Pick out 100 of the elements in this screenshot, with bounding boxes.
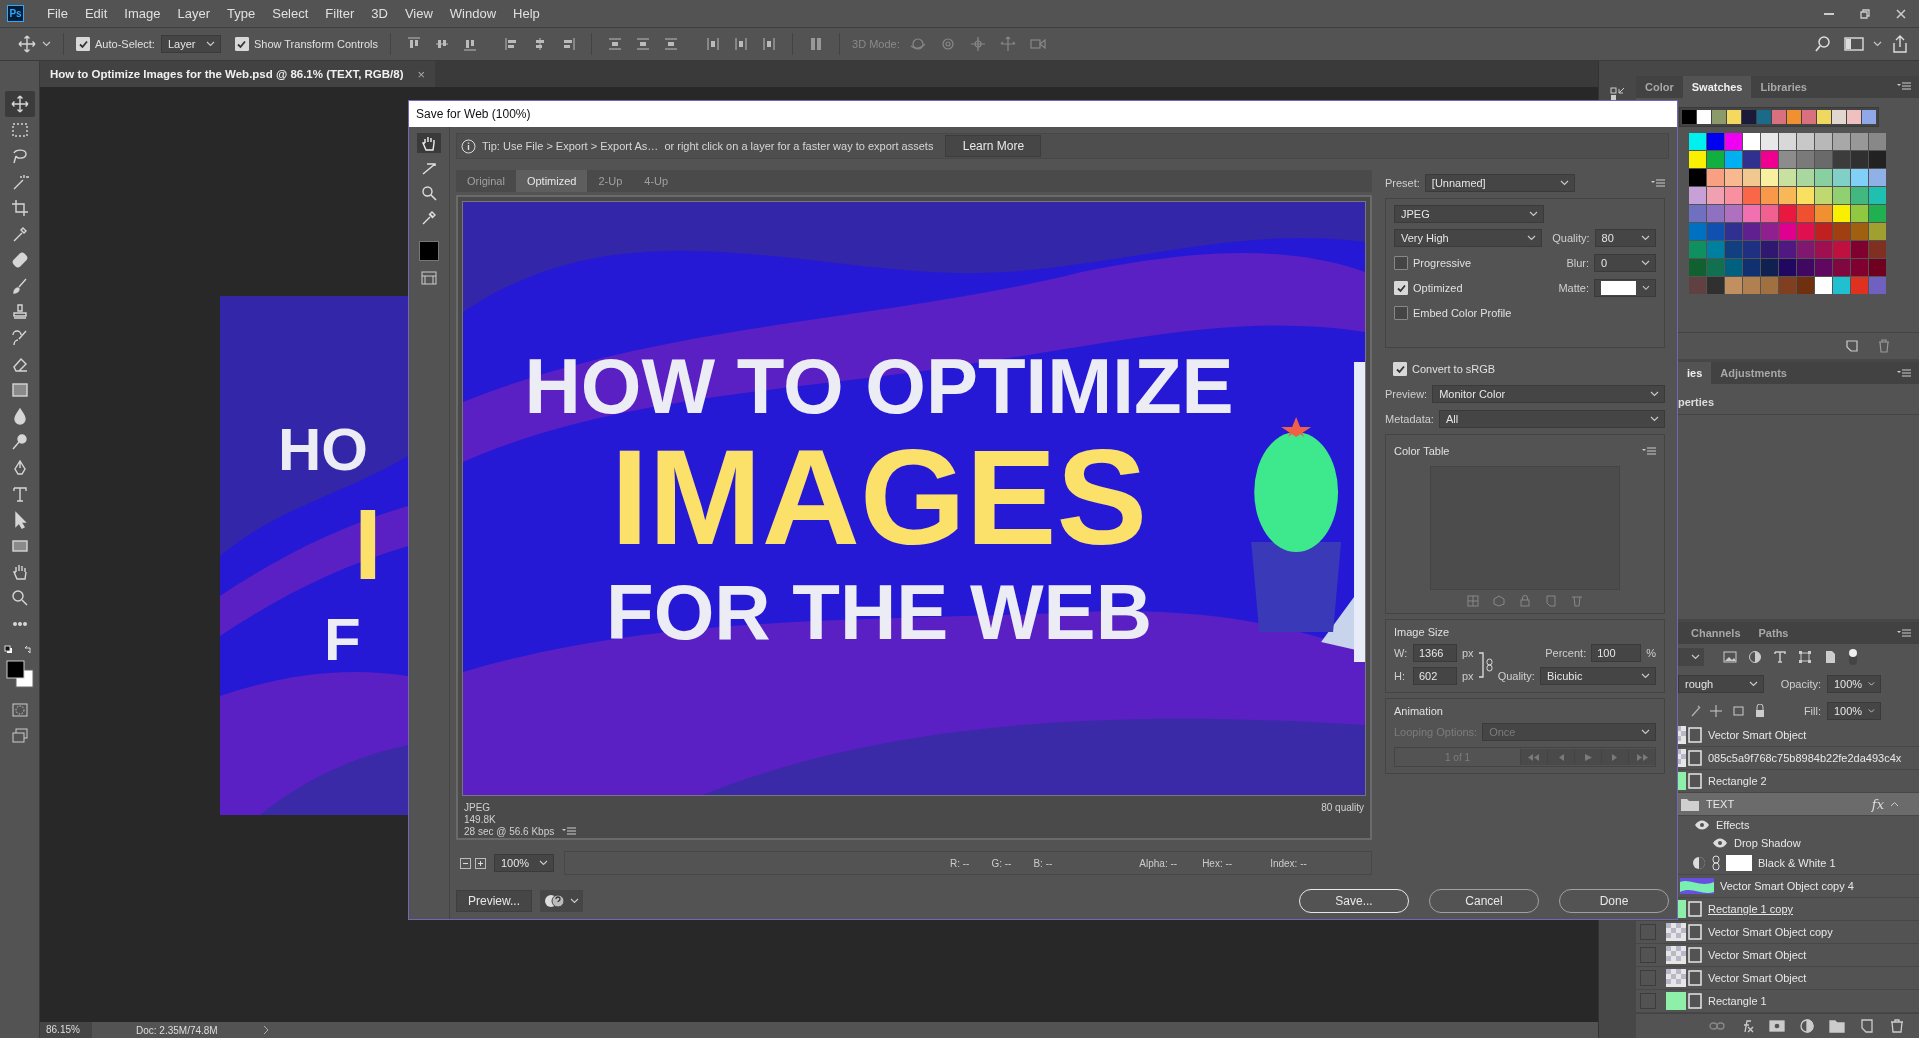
quality-field[interactable]: 80 [1594,229,1656,247]
blur-label: Blur: [1566,257,1589,269]
view-tab[interactable]: Optimized [515,170,588,192]
percent-label: Percent: [1545,647,1587,659]
layer-name: Vector Smart Object copy [1708,926,1833,938]
file-format: JPEG [464,802,492,813]
app-logo[interactable]: Ps [7,5,24,22]
percent-unit: % [1646,647,1656,659]
panel-tab[interactable]: ies [1678,362,1712,385]
panel-tab[interactable]: Libraries [1751,75,1816,98]
file-size: 149.8K [464,814,497,825]
color-readout: Alpha: -- [1139,857,1178,869]
color-readout: B: -- [1033,857,1053,869]
layer-name: 085c5a9f768c75b8984b22fe2da493c4x [1708,752,1902,764]
color-readout: R: -- [950,857,970,869]
blur-field[interactable]: 0 [1594,254,1656,272]
checkbox-label: Auto-Select: [95,38,155,50]
layer-row[interactable]: Vector Smart Object [1636,967,1919,990]
tip-text: Tip: Use File > Export > Export As… or right click on a layer for a faster way to export assets [482,140,934,152]
layer-name: Rectangle 1 [1708,995,1767,1007]
menu-item[interactable]: View [397,6,443,21]
menu-item[interactable]: File [40,6,78,21]
quality-label: Quality: [1552,232,1590,244]
dialog-title: Save for Web (100%) [409,101,1677,127]
width-field[interactable]: 1366 [1413,644,1457,662]
color-readout: G: -- [991,857,1012,869]
document-tab[interactable]: How to Optimize Images for the Web.psd @ 86.1% (TEXT, RGB/8) × [40,61,436,87]
layer-name: Rectangle 2 [1708,775,1767,787]
menu-item[interactable]: Window [442,6,507,21]
fill-label: Fill: [1803,704,1821,717]
percent-field[interactable]: 100 [1591,644,1642,662]
preset-dropdown[interactable]: [Unnamed] [1424,174,1575,192]
section-title: Image Size [1394,626,1451,638]
layer-row[interactable]: Rectangle 1 [1636,990,1919,1013]
panel-tab[interactable]: Channels [1682,622,1750,644]
fx-label: fx [1871,796,1884,812]
image-text: IMAGES [610,429,1148,565]
width-label: W: [1394,647,1408,659]
layer-name: Vector Smart Object [1708,729,1807,741]
menu-item[interactable]: Filter [318,6,365,21]
checkbox-label: Progressive [1413,257,1472,269]
view-tab[interactable]: 4-Up [633,170,680,192]
layer-name: Rectangle 1 copy [1708,903,1793,915]
height-field[interactable]: 602 [1413,667,1457,685]
menu-item[interactable]: Help [506,6,550,21]
opacity-label: Opacity: [1780,677,1821,690]
learn-more-button[interactable]: Learn More [945,135,1042,157]
canvas-text: I [354,494,382,594]
layer-row[interactable]: Vector Smart Object [1636,944,1919,967]
quality-label: Quality: [1497,670,1535,682]
height-label: H: [1394,670,1406,682]
download-time: 28 sec @ 56.6 Kbps [464,826,555,837]
layer-row[interactable]: Drop Shadow [1636,834,1919,852]
panel-tab[interactable]: Paths [1749,622,1798,644]
panel-tab[interactable]: Swatches [1682,75,1752,98]
menu-item[interactable]: Edit [77,6,118,21]
target-dropdown[interactable]: Layer [160,35,221,53]
panel-tab[interactable]: Adjustments [1711,362,1796,385]
preview-label: Preview: [1385,388,1428,400]
preset-label: Preset: [1385,177,1420,189]
image-text: HOW TO OPTIMIZE [524,347,1234,425]
layer-name: Effects [1716,819,1750,831]
menu-item[interactable]: Image [117,6,171,21]
menu-item[interactable]: 3D [364,6,398,21]
menu-item[interactable]: Type [220,6,266,21]
view-tab[interactable]: Original [456,170,516,192]
format-dropdown[interactable]: JPEG [1394,205,1544,223]
layer-name: TEXT [1706,798,1735,810]
zoom-dropdown[interactable]: 100% [494,854,554,872]
unit-label: px [1462,647,1474,659]
canvas-text: HO [278,420,368,480]
menu-item[interactable]: Layer [170,6,221,21]
opacity-field[interactable]: 100% [1827,674,1881,693]
checkbox-label: Convert to sRGB [1412,363,1496,375]
image-text: FOR THE WEB [606,573,1152,651]
resample-dropdown[interactable]: Bicubic [1539,667,1656,685]
menu-item[interactable]: Select [265,6,319,21]
zoom-level: 86.15% [40,1022,92,1038]
layer-name: Drop Shadow [1734,837,1801,849]
checkbox-label: Optimized [1413,282,1463,294]
layer-name: Vector Smart Object [1708,949,1807,961]
layer-row[interactable]: Effects [1636,816,1919,834]
checkbox-label: Show Transform Controls [253,38,379,50]
section-title: Animation [1394,705,1444,717]
panel-tab[interactable]: Color [1636,75,1683,98]
document-size: Doc: 2.35M/74.8M [136,1024,218,1036]
tab-close-button[interactable]: × [417,66,426,82]
view-tab[interactable]: 2-Up [587,170,634,192]
blend-mode-dropdown[interactable]: rough [1678,674,1764,693]
preview-button[interactable]: Preview... [456,890,532,912]
quality-preset-dropdown[interactable]: Very High [1394,229,1543,247]
color-readout: Hex: -- [1202,857,1233,869]
quality-note: 80 quality [1321,802,1364,815]
canvas-text: F [324,610,361,670]
matte-label: Matte: [1558,282,1589,294]
fill-field[interactable]: 100% [1827,701,1881,720]
layer-row[interactable]: Vector Smart Object copy [1636,921,1919,944]
metadata-dropdown[interactable]: All [1438,410,1665,428]
preview-dropdown[interactable]: Monitor Color [1432,385,1665,403]
color-readout: Index: -- [1270,857,1307,869]
